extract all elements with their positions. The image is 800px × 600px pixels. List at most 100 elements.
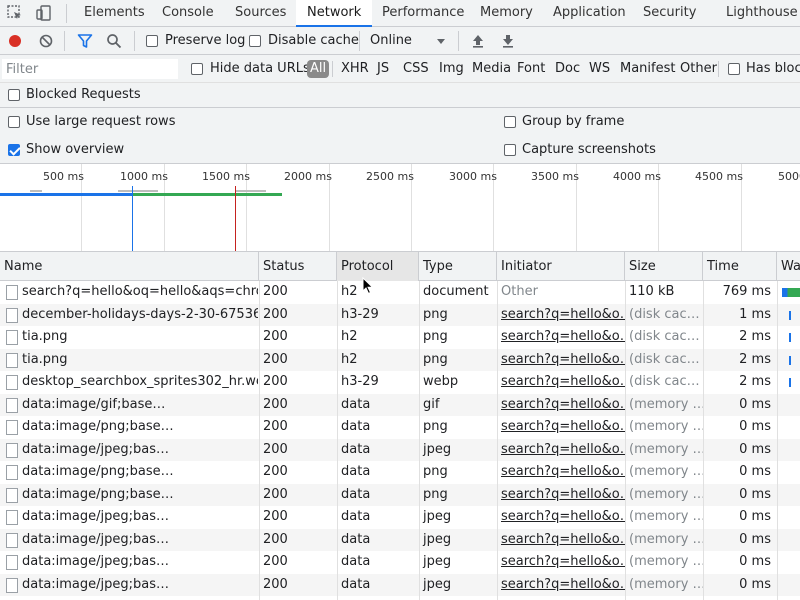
tab-lighthouse[interactable]: Lighthouse [726, 0, 798, 27]
has-blocked-cookies-label: Has block [746, 61, 800, 76]
type-filter-other[interactable]: Other [678, 60, 719, 78]
tab-console[interactable]: Console [162, 0, 214, 27]
large-rows-checkbox[interactable] [8, 116, 20, 128]
cell-size: (memory … [629, 419, 703, 434]
cell-initiator[interactable]: search?q=hello&o… [497, 529, 625, 552]
cell-size: (disk cac… [629, 329, 700, 344]
cell-size: 110 kB [629, 284, 675, 299]
disable-cache-checkbox[interactable] [249, 35, 261, 47]
type-filter-manifest[interactable]: Manifest [618, 60, 677, 78]
column-header-time[interactable]: Time [703, 252, 777, 281]
cell-protocol: data [341, 486, 371, 502]
type-filter-doc[interactable]: Doc [553, 60, 582, 78]
filter-input[interactable] [2, 59, 178, 79]
type-filter-xhr[interactable]: XHR [339, 60, 371, 78]
capture-screenshots-checkbox[interactable] [504, 144, 516, 156]
column-header-protocol[interactable]: Protocol [337, 252, 419, 281]
table-row[interactable]: search?q=hello&oq=hello&aqs=chro… 200 h2 do… [0, 281, 800, 304]
table-row[interactable]: tia.png 200 h2 png search?q=hello&o… (disk ca… [0, 326, 800, 349]
cell-type: document [423, 284, 489, 299]
cell-initiator[interactable]: search?q=hello&o… [497, 394, 625, 417]
device-toolbar-icon[interactable] [35, 4, 53, 22]
chevron-down-icon[interactable] [432, 32, 450, 50]
column-header-waterfall[interactable]: Wa [777, 252, 800, 281]
tab-sources[interactable]: Sources [235, 0, 286, 27]
table-row[interactable]: data:image/gif;base… 200 data gif search?q=h… [0, 393, 800, 417]
import-har-icon[interactable] [469, 32, 487, 50]
cell-initiator[interactable]: search?q=hello&o… [497, 574, 625, 597]
cell-time: 0 ms [739, 509, 771, 524]
preserve-log-checkbox[interactable] [146, 35, 158, 47]
cell-size: (memory … [629, 554, 703, 569]
show-overview-label: Show overview [26, 142, 125, 157]
throttling-select[interactable]: Online [370, 33, 412, 48]
column-header-name[interactable]: Name [0, 252, 259, 281]
table-row[interactable]: data:image/png;base… 200 data png search?q=h… [0, 461, 800, 484]
cell-initiator[interactable]: search?q=hello&o… [497, 506, 625, 529]
group-by-frame-checkbox[interactable] [504, 116, 516, 128]
column-header-status[interactable]: Status [259, 252, 337, 281]
cell-status: 200 [263, 464, 288, 479]
cell-initiator[interactable]: search?q=hello&o… [497, 371, 625, 394]
cell-size: (disk cac… [629, 306, 700, 322]
column-header-type[interactable]: Type [419, 252, 497, 281]
cell-size: (memory … [629, 441, 703, 457]
type-filter-media[interactable]: Media [470, 60, 513, 78]
table-row[interactable]: desktop_searchbox_sprites302_hr.we… 200 h3… [0, 371, 800, 394]
table-row[interactable]: data:image/png;base… 200 data png search?q=h… [0, 416, 800, 439]
table-row[interactable]: data:image/jpeg;bas… 200 data jpeg search?q=… [0, 528, 800, 552]
overview-tick: 4500 ms [695, 170, 743, 183]
cell-initiator[interactable]: search?q=hello&o… [497, 416, 625, 439]
search-icon[interactable] [105, 32, 123, 50]
cell-initiator[interactable]: search?q=hello&o… [497, 461, 625, 484]
overview-timeline[interactable]: 500 ms 1000 ms 1500 ms 2000 ms 2500 ms 3… [0, 164, 800, 252]
filter-icon[interactable] [76, 32, 94, 50]
tab-memory[interactable]: Memory [480, 0, 533, 27]
clear-icon[interactable] [37, 32, 55, 50]
file-icon [6, 420, 18, 435]
waterfall-bar [789, 333, 791, 342]
disable-cache-label: Disable cache [268, 33, 359, 48]
file-icon [6, 375, 18, 390]
cell-initiator[interactable]: search?q=hello&o… [497, 304, 625, 327]
inspect-element-icon[interactable] [6, 4, 24, 22]
cell-initiator[interactable]: search?q=hello&o… [497, 349, 625, 372]
blocked-requests-checkbox[interactable] [8, 89, 20, 101]
tab-performance[interactable]: Performance [382, 0, 464, 27]
tab-elements[interactable]: Elements [84, 0, 145, 27]
type-filter-ws[interactable]: WS [587, 60, 612, 78]
type-filter-img[interactable]: Img [437, 60, 466, 78]
tab-security[interactable]: Security [643, 0, 696, 27]
record-icon[interactable] [6, 32, 24, 50]
tab-application[interactable]: Application [553, 0, 626, 27]
table-row[interactable]: data:image/jpeg;bas… 200 data jpeg search?q=… [0, 573, 800, 597]
cell-type: png [423, 419, 448, 434]
cell-initiator[interactable]: search?q=hello&o… [497, 484, 625, 507]
cell-size: (disk cac… [629, 374, 700, 389]
cell-initiator[interactable]: search?q=hello&o… [497, 326, 625, 349]
column-header-size[interactable]: Size [625, 252, 703, 281]
table-row[interactable]: data:image/jpeg;bas… 200 data jpeg search?q=… [0, 551, 800, 574]
type-filter-all[interactable]: All [307, 60, 330, 78]
cell-name: data:image/jpeg;bas… [22, 509, 170, 524]
table-row[interactable]: data:image/jpeg;bas… 200 data jpeg search?q=… [0, 438, 800, 462]
has-blocked-cookies-checkbox[interactable] [728, 63, 740, 75]
column-header-initiator[interactable]: Initiator [497, 252, 625, 281]
table-row[interactable]: data:image/png;base… 200 data png search?q=h… [0, 483, 800, 507]
type-filter-js[interactable]: JS [375, 60, 391, 78]
table-row[interactable]: data:image/jpeg;bas… 200 data jpeg search?q=… [0, 506, 800, 529]
type-filter-font[interactable]: Font [515, 60, 547, 78]
table-row[interactable]: december-holidays-days-2-30-67536… 200 h3-… [0, 303, 800, 327]
overview-tick: 4000 ms [613, 170, 661, 183]
cell-type: png [423, 486, 448, 502]
export-har-icon[interactable] [499, 32, 517, 50]
file-icon [6, 532, 18, 548]
show-overview-checkbox[interactable] [8, 144, 20, 156]
cell-initiator[interactable]: search?q=hello&o… [497, 439, 625, 462]
hide-data-urls-checkbox[interactable] [191, 63, 203, 75]
table-row[interactable]: tia.png 200 h2 png search?q=hello&o… (disk ca… [0, 348, 800, 372]
cell-protocol: h2 [341, 329, 358, 344]
cell-initiator[interactable]: search?q=hello&o… [497, 551, 625, 574]
type-filter-css[interactable]: CSS [401, 60, 431, 78]
tab-network[interactable]: Network [296, 0, 373, 27]
